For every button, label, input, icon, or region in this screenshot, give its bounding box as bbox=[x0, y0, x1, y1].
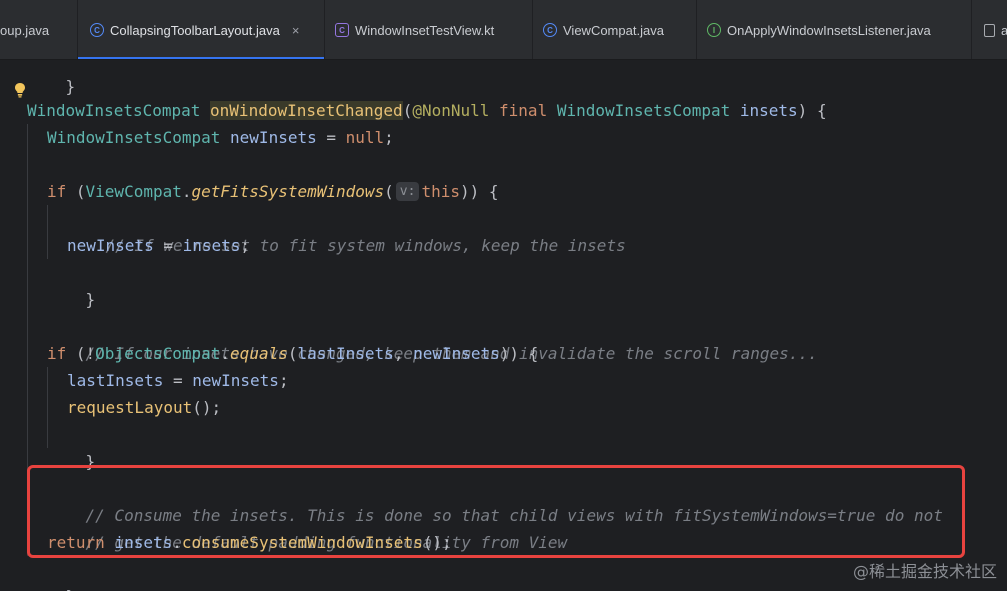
code-line: } bbox=[85, 452, 96, 471]
watermark: @稀土掘金技术社区 bbox=[852, 562, 997, 581]
code-line-method-signature: WindowInsetsCompat onWindowInsetChanged(… bbox=[27, 101, 827, 120]
parameter-hint: v: bbox=[395, 182, 420, 201]
method-name-token: onWindowInsetChanged bbox=[210, 101, 403, 120]
editor-tab-bar: oup.java C CollapsingToolbarLayout.java … bbox=[0, 0, 1007, 60]
editor-tab[interactable]: C WindowInsetTestView.kt bbox=[325, 0, 533, 59]
java-class-icon: C bbox=[90, 23, 104, 37]
indent-guide bbox=[47, 205, 48, 259]
tab-label: WindowInsetTestView.kt bbox=[355, 22, 495, 38]
type-token: WindowInsetsCompat bbox=[556, 101, 731, 120]
editor-tab[interactable]: C ViewCompat.java bbox=[533, 0, 697, 59]
tab-label: oup.java bbox=[0, 22, 50, 38]
parameter-token: insets bbox=[739, 101, 798, 120]
code-editor[interactable]: } WindowInsetsCompat onWindowInsetChange… bbox=[0, 61, 1007, 591]
editor-tab[interactable]: a bbox=[972, 0, 1007, 59]
code-line: } bbox=[65, 77, 76, 96]
annotation-token: @NonNull bbox=[412, 101, 490, 120]
code-line: newInsets = insets; bbox=[67, 236, 251, 255]
code-line: lastInsets = newInsets; bbox=[67, 371, 289, 390]
tab-label: OnApplyWindowInsetsListener.java bbox=[727, 22, 931, 38]
code-line: WindowInsetsCompat newInsets = null; bbox=[47, 128, 394, 147]
java-interface-icon: I bbox=[707, 23, 721, 37]
editor-tab-active[interactable]: C CollapsingToolbarLayout.java × bbox=[78, 0, 325, 59]
tab-label: ViewCompat.java bbox=[563, 22, 664, 38]
code-line: if (!ObjectsCompat.equals(lastInsets, ne… bbox=[47, 344, 539, 363]
tab-label: CollapsingToolbarLayout.java bbox=[110, 22, 280, 38]
type-token: WindowInsetsCompat bbox=[27, 101, 201, 120]
java-class-icon: C bbox=[543, 23, 557, 37]
code-line: } bbox=[85, 290, 96, 309]
kotlin-class-icon: C bbox=[335, 23, 349, 37]
lightbulb-icon[interactable] bbox=[14, 82, 26, 98]
editor-tab[interactable]: I OnApplyWindowInsetsListener.java bbox=[697, 0, 972, 59]
close-icon[interactable]: × bbox=[292, 23, 300, 38]
file-icon bbox=[984, 23, 995, 37]
highlight-box bbox=[27, 465, 965, 558]
code-comment: // If we're set to fit system windows, k… bbox=[105, 236, 626, 255]
keyword-token: final bbox=[499, 101, 548, 120]
code-comment: // If our insets have changed, keep them… bbox=[85, 344, 818, 363]
code-line: requestLayout(); bbox=[67, 398, 222, 417]
tab-label: a bbox=[1001, 23, 1007, 38]
code-line: } bbox=[27, 556, 76, 591]
code-line: if (ViewCompat.getFitsSystemWindows(v: th… bbox=[47, 182, 499, 201]
